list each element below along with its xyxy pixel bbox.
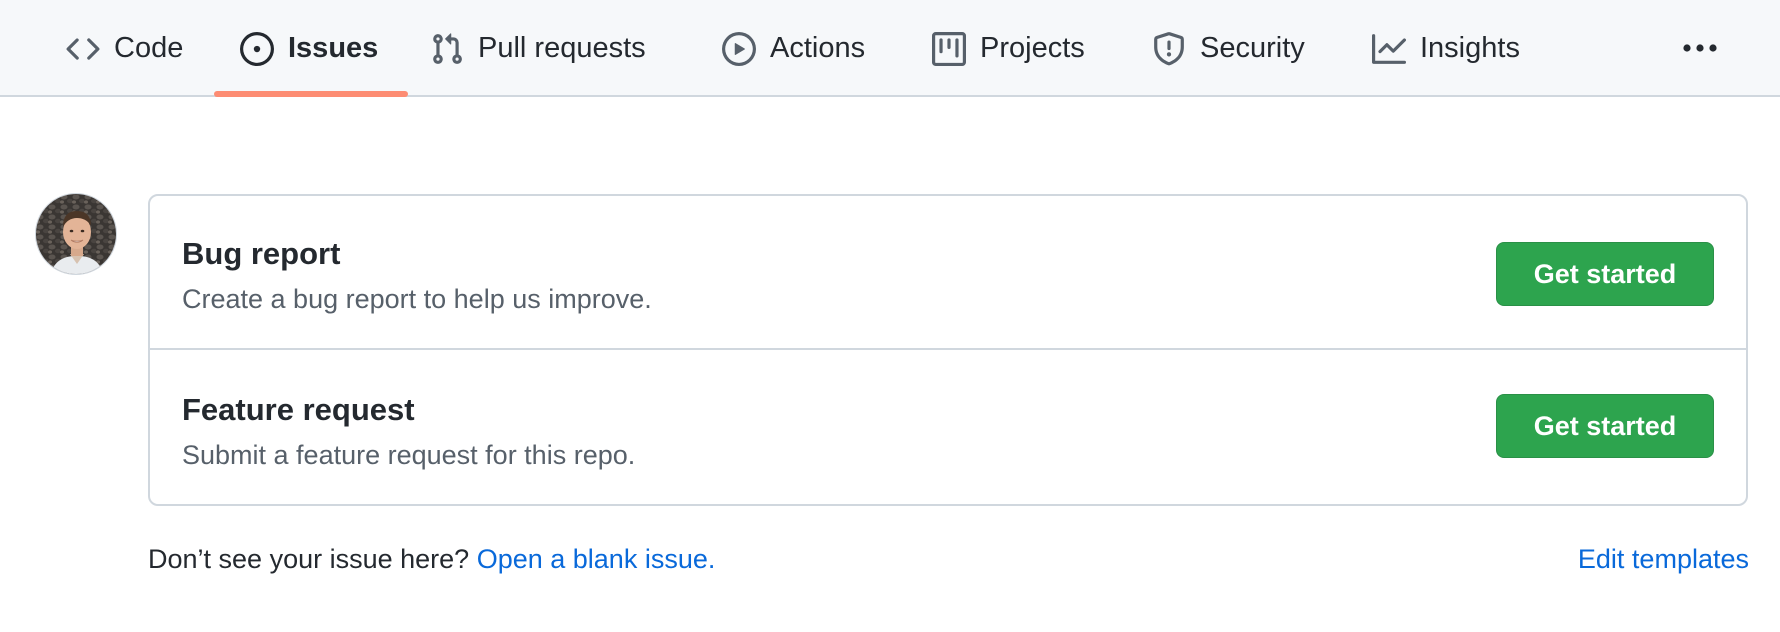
tab-code[interactable]: Code (66, 0, 183, 97)
tab-actions[interactable]: Actions (722, 0, 865, 97)
template-row-bug-report: Bug report Create a bug report to help u… (150, 196, 1746, 350)
template-description: Create a bug report to help us improve. (182, 284, 652, 314)
tab-actions-label: Actions (770, 32, 866, 64)
code-icon (66, 32, 100, 66)
tab-insights[interactable]: Insights (1372, 0, 1520, 97)
play-icon (722, 31, 756, 66)
project-icon (932, 31, 966, 66)
template-title: Bug report (182, 236, 341, 271)
tab-code-label: Code (114, 32, 184, 64)
tab-pull-requests[interactable]: Pull requests (430, 0, 646, 97)
avatar[interactable] (35, 193, 117, 275)
shield-icon (1152, 31, 1186, 66)
tab-security-label: Security (1200, 32, 1305, 64)
tab-projects[interactable]: Projects (932, 0, 1085, 97)
tab-issues[interactable]: Issues (240, 0, 378, 97)
repo-navigation: Code Issues Pull requests Actions Projec… (0, 0, 1780, 97)
template-row-feature-request: Feature request Submit a feature request… (150, 350, 1746, 504)
kebab-horizontal-icon (1682, 40, 1718, 58)
tab-pull-requests-label: Pull requests (478, 32, 646, 64)
template-title: Feature request (182, 392, 415, 427)
issue-opened-icon (240, 31, 274, 66)
tab-insights-label: Insights (1420, 32, 1520, 64)
get-started-button[interactable]: Get started (1496, 242, 1714, 306)
blank-issue-prompt: Don’t see your issue here? Open a blank … (148, 544, 715, 575)
open-blank-issue-link[interactable]: Open a blank issue. (477, 544, 716, 574)
tab-issues-label: Issues (288, 32, 379, 64)
avatar-image (36, 194, 116, 274)
git-pull-request-icon (430, 32, 464, 66)
issue-template-list: Bug report Create a bug report to help u… (148, 194, 1748, 506)
more-tabs-button[interactable] (1680, 30, 1720, 68)
tab-security[interactable]: Security (1152, 0, 1305, 97)
graph-icon (1372, 32, 1406, 66)
tab-projects-label: Projects (980, 32, 1085, 64)
edit-templates-link[interactable]: Edit templates (1578, 544, 1749, 575)
template-description: Submit a feature request for this repo. (182, 440, 636, 470)
get-started-button[interactable]: Get started (1496, 394, 1714, 458)
blank-issue-prompt-text: Don’t see your issue here? (148, 544, 470, 574)
selected-tab-indicator (214, 91, 408, 97)
